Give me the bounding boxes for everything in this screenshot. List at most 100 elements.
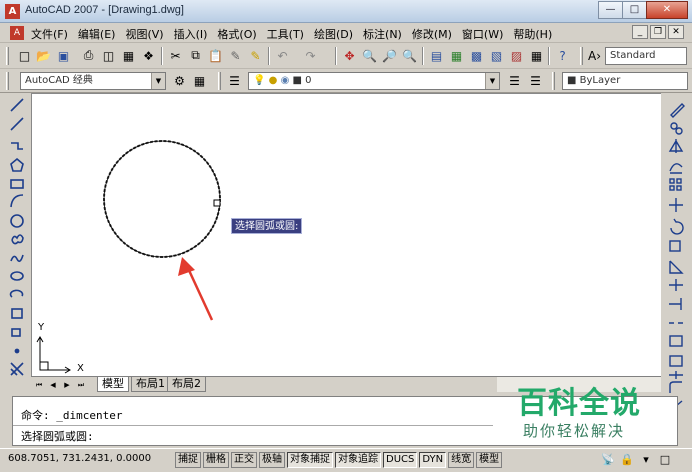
next-tab-icon[interactable]: ▶ [61,379,73,391]
menu-edit[interactable]: 编辑(E) [78,26,116,42]
pan-icon[interactable]: ✥ [341,47,358,64]
save-icon[interactable]: ▣ [55,47,72,64]
model-toggle[interactable]: 模型 [476,452,503,468]
drawing-restore-button[interactable]: ❐ [650,25,666,39]
ortho-toggle[interactable]: 正交 [231,452,257,468]
osnap-toggle[interactable]: 对象捕捉 [287,452,333,468]
menu-file[interactable]: 文件(F) [31,26,68,42]
open-icon[interactable]: 📂 [35,47,52,64]
copy-icon[interactable]: ⧉ [187,47,204,64]
help-icon[interactable]: ? [554,47,571,64]
lineweight-toggle[interactable]: 线宽 [448,452,475,468]
properties-icon[interactable]: ▤ [428,47,445,64]
last-tab-icon[interactable]: ⏭ [75,379,87,391]
dyn-toggle[interactable]: DYN [419,452,447,468]
command-history-line: 命令: _dimcenter [21,409,123,422]
tab-layout1[interactable]: 布局1 [131,377,170,392]
undo-icon[interactable]: ↶ [274,47,291,64]
chevron-down-icon[interactable]: ▼ [485,73,499,89]
clean-screen-icon[interactable]: □ [657,452,673,468]
document-icon[interactable]: A [10,26,24,40]
zoom-window-icon[interactable]: 🔎 [381,47,398,64]
color-value: ByLayer [579,75,621,86]
drawing-minimize-button[interactable]: _ [632,25,648,39]
tool-palettes-icon[interactable]: ▩ [468,47,485,64]
menu-dimension[interactable]: 标注(N) [363,26,402,42]
text-style-icon[interactable]: A› [586,47,603,64]
title-bar: A AutoCAD 2007 - [Drawing1.dwg] — □ ✕ [0,0,692,23]
toolbar-grip[interactable] [6,47,9,65]
paste-icon[interactable]: 📋 [207,47,224,64]
preview-icon[interactable]: ◫ [100,47,117,64]
print-icon[interactable]: ⎙ [80,47,97,64]
zoom-realtime-icon[interactable]: 🔍 [361,47,378,64]
my-workspace-icon[interactable]: ▦ [191,72,208,89]
otrack-toggle[interactable]: 对象追踪 [335,452,381,468]
tab-model[interactable]: 模型 [97,377,129,392]
sheet-set-icon[interactable]: ▧ [488,47,505,64]
ucs-y-label: Y [38,322,45,333]
autocad-app-icon[interactable]: A [5,4,20,19]
zoom-previous-icon[interactable]: 🔍 [401,47,418,64]
text-style-select[interactable]: Standard [605,47,687,65]
cut-icon[interactable]: ✂ [167,47,184,64]
new-icon[interactable]: □ [16,47,33,64]
make-current-layer-icon[interactable]: ☰ [506,72,523,89]
match-properties-icon[interactable]: ✎ [227,47,244,64]
menu-bar: A 文件(F) 编辑(E) 视图(V) 插入(I) 格式(O) 工具(T) 绘图… [0,23,692,43]
close-button[interactable]: ✕ [646,1,688,19]
3d-dwf-icon[interactable]: ❖ [140,47,157,64]
revision-cloud-icon [11,234,24,245]
chevron-down-icon[interactable]: ▼ [151,73,165,89]
text-style-value: Standard [610,50,656,61]
move-icon [669,198,683,212]
workspace-settings-icon[interactable]: ⚙ [171,72,188,89]
drawing-close-button[interactable]: ✕ [668,25,684,39]
layer-manager-icon[interactable]: ☰ [226,72,243,89]
menu-modify[interactable]: 修改(M) [412,26,452,42]
menu-window[interactable]: 窗口(W) [462,26,503,42]
menu-arrow-icon[interactable]: ▾ [638,452,654,468]
menu-tools[interactable]: 工具(T) [267,26,304,42]
layer-previous-icon[interactable]: ☰ [527,72,544,89]
autocad-window: A AutoCAD 2007 - [Drawing1.dwg] — □ ✕ A … [0,0,692,472]
arc-icon [10,194,24,208]
menu-draw[interactable]: 绘图(D) [314,26,353,42]
markup-icon[interactable]: ▨ [508,47,525,64]
communication-center-icon[interactable]: 📡 [600,452,616,468]
ducs-toggle[interactable]: DUCS [383,452,418,468]
calculator-icon[interactable]: ▦ [528,47,545,64]
coordinates-readout[interactable]: 608.7051, 731.2431, 0.0000 [8,453,151,464]
first-tab-icon[interactable]: ⏮ [33,379,45,391]
redo-icon[interactable]: ↷ [302,47,319,64]
layer-value: 0 [305,75,312,86]
snap-toggle[interactable]: 捕捉 [175,452,201,468]
command-prompt-line[interactable]: 选择圆弧或圆: [21,428,94,444]
publish-icon[interactable]: ▦ [120,47,137,64]
tab-layout2[interactable]: 布局2 [167,377,206,392]
menu-insert[interactable]: 插入(I) [174,26,208,42]
watermark-title: 百科全说 [517,386,641,421]
ellipse-arc-icon [9,289,24,298]
layer-thaw-icon: ● [268,75,278,86]
design-center-icon[interactable]: ▦ [448,47,465,64]
layer-color-swatch: ■ [292,75,302,86]
color-control-select[interactable]: ■ ByLayer [562,72,688,90]
polar-toggle[interactable]: 极轴 [259,452,285,468]
window-controls: — □ ✕ [598,1,688,20]
workspace-select[interactable]: AutoCAD 经典 ▼ [20,72,166,90]
menu-format[interactable]: 格式(O) [217,26,256,42]
drawing-canvas[interactable]: Y X 选择圆弧或圆: [31,93,661,376]
menu-view[interactable]: 视图(V) [125,26,163,42]
make-block-icon [11,328,21,337]
maximize-button[interactable]: □ [622,1,647,19]
menu-help[interactable]: 帮助(H) [513,26,552,42]
pickbox-cursor [213,199,221,207]
previous-tab-icon[interactable]: ◀ [47,379,59,391]
layer-select[interactable]: 💡 ● ◉ ■ 0 ▼ [248,72,500,90]
minimize-button[interactable]: — [598,1,623,19]
lock-icon[interactable]: 🔒 [619,452,635,468]
block-editor-icon[interactable]: ✎ [247,47,264,64]
trim-icon [669,279,683,291]
grid-toggle[interactable]: 栅格 [203,452,229,468]
